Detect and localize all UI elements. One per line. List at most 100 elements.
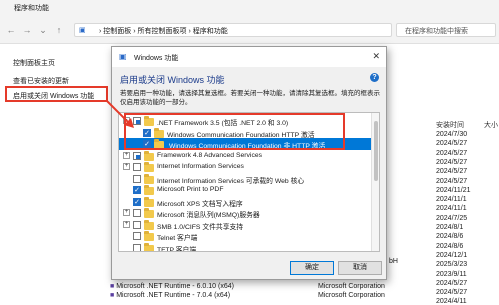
- install-date-cell: 2024/5/27: [436, 177, 468, 185]
- feature-label: Telnet 客户端: [157, 235, 198, 242]
- cancel-button[interactable]: 取消: [338, 261, 382, 275]
- folder-icon: [144, 231, 154, 241]
- annotation-box: [124, 113, 345, 150]
- feature-label: Microsoft 消息队列(MSMQ)服务器: [157, 212, 260, 219]
- install-date-cell: 2024/11/1: [436, 196, 467, 204]
- dialog-title: Windows 功能: [134, 55, 179, 62]
- scrollbar-thumb[interactable]: [374, 121, 378, 181]
- tree-scrollbar[interactable]: [371, 113, 379, 251]
- help-icon[interactable]: ?: [370, 73, 379, 82]
- folder-icon: [144, 219, 154, 230]
- search-placeholder: 在程序和功能中搜索: [405, 28, 468, 35]
- folder-icon: [144, 185, 154, 195]
- close-icon[interactable]: ✕: [372, 51, 380, 62]
- feature-item[interactable]: Telnet 客户端: [119, 230, 371, 242]
- forward-icon[interactable]: →: [22, 25, 32, 35]
- feature-label: Microsoft Print to PDF: [157, 186, 224, 193]
- feature-item[interactable]: + Microsoft 消息队列(MSMQ)服务器: [119, 207, 371, 219]
- expand-icon[interactable]: +: [123, 209, 130, 216]
- annotation-box: [5, 86, 108, 102]
- install-date-cell: 2024/12/1: [436, 251, 468, 259]
- feature-label: TFTP 客户端: [157, 246, 197, 252]
- control-panel-icon: ▣: [79, 27, 86, 34]
- feature-item[interactable]: + SMB 1.0/CIFS 文件共享支持: [119, 219, 371, 231]
- expand-icon[interactable]: +: [123, 151, 130, 159]
- feature-label: Microsoft XPS 文档写入程序: [157, 200, 243, 208]
- list-item[interactable]: ■ Microsoft .NET Runtime - 6.0.10 (x64): [110, 283, 234, 290]
- feature-checkbox[interactable]: [133, 220, 141, 229]
- feature-checkbox[interactable]: ✓: [133, 197, 141, 206]
- expand-icon[interactable]: +: [123, 163, 130, 170]
- feature-label: Internet Information Services: [157, 163, 244, 170]
- breadcrumb-item[interactable]: 所有控制面板项: [138, 28, 187, 35]
- list-item[interactable]: ■ Microsoft .NET Runtime - 7.0.4 (x64): [110, 292, 230, 299]
- folder-icon: [144, 196, 154, 207]
- folder-icon: [144, 242, 154, 251]
- windows-features-dialog: ▣ Windows 功能 ✕ 启用或关闭 Windows 功能 ? 若要启用一种…: [111, 46, 387, 280]
- feature-label: Internet Information Services 可承载的 Web 核…: [157, 177, 305, 185]
- dialog-heading: 启用或关闭 Windows 功能: [120, 75, 225, 85]
- ok-button[interactable]: 确定: [290, 261, 334, 275]
- install-date-cell: 2024/8/6: [436, 233, 464, 241]
- feature-item[interactable]: ✓ Microsoft XPS 文档写入程序: [119, 196, 371, 208]
- feature-checkbox[interactable]: [133, 151, 141, 160]
- install-date-cell: 2024/5/27: [436, 140, 468, 148]
- install-date-cell: 2024/7/25: [436, 214, 468, 222]
- feature-item[interactable]: Internet Information Services 可承载的 Web 核…: [119, 173, 371, 185]
- feature-item[interactable]: + Internet Information Services: [119, 161, 371, 173]
- install-date-cell: 2025/3/23: [436, 261, 468, 269]
- folder-icon: [144, 173, 154, 184]
- chevron-down-icon[interactable]: ⌄: [38, 25, 48, 35]
- breadcrumb-item[interactable]: 程序和功能: [193, 28, 228, 35]
- back-icon[interactable]: ←: [6, 25, 16, 35]
- feature-checkbox[interactable]: [133, 174, 141, 183]
- app-name: Microsoft .NET Runtime - 6.0.10 (x64): [116, 283, 234, 290]
- install-date-cell: 2024/11/1: [436, 205, 467, 213]
- installed-updates-link[interactable]: 查看已安装的更新: [13, 76, 69, 86]
- feature-checkbox[interactable]: [133, 232, 141, 240]
- windows-features-icon: ▣: [119, 52, 127, 61]
- address-input[interactable]: ▣ › 控制面板 › 所有控制面板项 › 程序和功能: [74, 23, 392, 37]
- search-input[interactable]: 在程序和功能中搜索: [396, 23, 496, 37]
- expand-icon[interactable]: +: [123, 220, 130, 228]
- install-date-cell: 2024/8/1: [436, 224, 464, 231]
- publisher-text: Microsoft Corporation: [318, 292, 385, 299]
- feature-checkbox[interactable]: [133, 243, 141, 251]
- control-panel-home-link[interactable]: 控制面板主页: [13, 58, 55, 68]
- app-icon: ■: [110, 283, 115, 290]
- install-date-cell: 2024/5/27: [436, 168, 468, 176]
- feature-item[interactable]: TFTP 客户端: [119, 242, 371, 252]
- window-titlebar: 程序和功能: [0, 0, 499, 16]
- publisher-fragment: bH: [389, 258, 398, 265]
- app-name: Microsoft .NET Runtime - 7.0.4 (x64): [116, 292, 231, 299]
- publisher-text: Microsoft Corporation: [318, 283, 385, 290]
- feature-item[interactable]: ✓ Microsoft Print to PDF: [119, 184, 371, 196]
- install-date-cell: 2024/11/21: [436, 186, 471, 194]
- feature-checkbox[interactable]: ✓: [133, 186, 141, 194]
- feature-label: Framework 4.8 Advanced Services: [157, 151, 263, 159]
- folder-icon: [144, 150, 154, 161]
- dialog-titlebar: ▣ Windows 功能 ✕: [112, 47, 386, 67]
- folder-icon: [144, 208, 154, 218]
- install-date-cell: 2024/4/11: [436, 298, 467, 305]
- install-date-cell: 2024/5/27: [436, 149, 468, 157]
- install-date-cell: 2024/5/27: [436, 279, 468, 287]
- install-date-cell: 2024/7/30: [436, 131, 468, 138]
- feature-label: SMB 1.0/CIFS 文件共享支持: [157, 223, 244, 231]
- install-date-cell: 2024/5/27: [436, 158, 468, 166]
- column-header-date[interactable]: 安装时间: [436, 120, 464, 130]
- folder-icon: [144, 162, 154, 172]
- feature-checkbox[interactable]: [133, 163, 141, 171]
- install-date-cell: 2023/9/11: [436, 270, 467, 278]
- dialog-description: 若要启用一种功能，请选择其复选框。若要关闭一种功能，请清除其复选框。填充的框表示…: [120, 90, 380, 106]
- window-title: 程序和功能: [14, 5, 49, 12]
- feature-checkbox[interactable]: [133, 209, 141, 217]
- up-icon[interactable]: ↑: [54, 25, 64, 35]
- breadcrumb-item[interactable]: 控制面板: [103, 28, 131, 35]
- install-date-cell: 2024/8/6: [436, 242, 464, 250]
- column-header-size[interactable]: 大小: [484, 120, 498, 130]
- feature-item[interactable]: + Framework 4.8 Advanced Services: [119, 150, 371, 162]
- app-icon: ■: [110, 292, 115, 299]
- install-date-cell: 2024/5/27: [436, 289, 468, 297]
- address-bar-area: ← → ⌄ ↑ ▣ › 控制面板 › 所有控制面板项 › 程序和功能 在程序和功…: [0, 16, 499, 44]
